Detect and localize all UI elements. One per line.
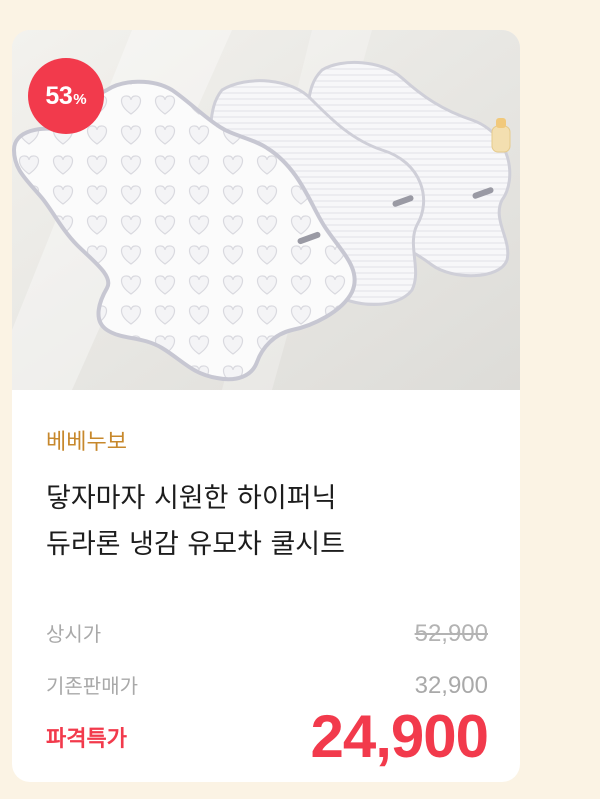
product-card[interactable]: 53 % 베베누보 닿자마자 시원한 하이퍼닉 듀라론 냉감 유모차 쿨시트 상… (12, 30, 520, 782)
discount-unit: % (73, 90, 87, 108)
list-price-value: 52,900 (414, 620, 488, 647)
previous-price-label: 기존판매가 (46, 674, 138, 698)
list-price-row: 상시가 52,900 (46, 618, 488, 648)
sale-price-row: 파격특가 24,900 (46, 702, 489, 771)
sale-price-value: 24,900 (310, 703, 489, 770)
discount-number: 53 (45, 81, 73, 110)
list-price-label: 상시가 (46, 622, 102, 646)
brand-name[interactable]: 베베누보 (46, 424, 127, 456)
product-image[interactable]: 53 % (12, 30, 520, 390)
previous-price-value: 32,900 (414, 672, 488, 699)
sale-price-label: 파격특가 (46, 726, 127, 752)
product-title[interactable]: 닿자마자 시원한 하이퍼닉 듀라론 냉감 유모차 쿨시트 (46, 476, 496, 568)
product-title-line-2: 듀라론 냉감 유모차 쿨시트 (46, 529, 345, 560)
previous-price-row: 기존판매가 32,900 (46, 670, 488, 700)
discount-badge: 53 % (28, 58, 104, 134)
product-title-line-1: 닿자마자 시원한 하이퍼닉 (46, 483, 337, 514)
